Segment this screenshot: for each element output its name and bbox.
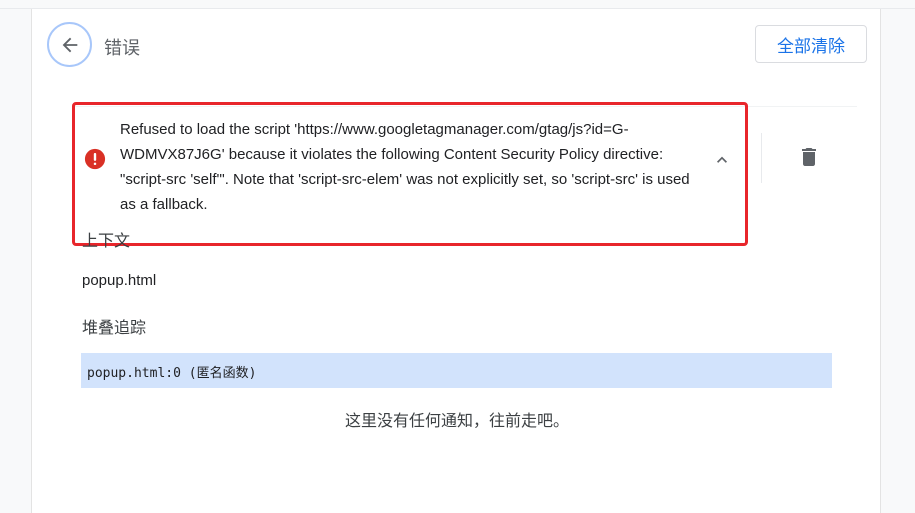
page-title: 错误	[104, 38, 140, 58]
action-divider	[761, 133, 762, 183]
error-item[interactable]: Refused to load the script 'https://www.…	[72, 102, 748, 246]
error-message: Refused to load the script 'https://www.…	[120, 121, 690, 213]
back-button[interactable]	[47, 22, 92, 67]
empty-state-message: 这里没有任何通知，往前走吧。	[344, 413, 569, 430]
errors-card: 错误 全部清除 Refused to load the script 'http…	[31, 9, 881, 513]
extension-errors-page: 错误 全部清除 Refused to load the script 'http…	[0, 0, 915, 513]
error-icon	[84, 148, 106, 170]
arrow-back-icon	[62, 37, 77, 52]
clear-all-button[interactable]: 全部清除	[755, 25, 867, 63]
context-value: popup.html	[82, 272, 157, 289]
chevron-up-icon[interactable]	[712, 150, 732, 170]
context-label: 上下文	[82, 233, 131, 250]
stack-trace-label: 堆叠追踪	[82, 320, 147, 337]
delete-icon[interactable]	[797, 145, 821, 169]
stack-frame[interactable]: popup.html:0 (匿名函数)	[81, 353, 832, 388]
